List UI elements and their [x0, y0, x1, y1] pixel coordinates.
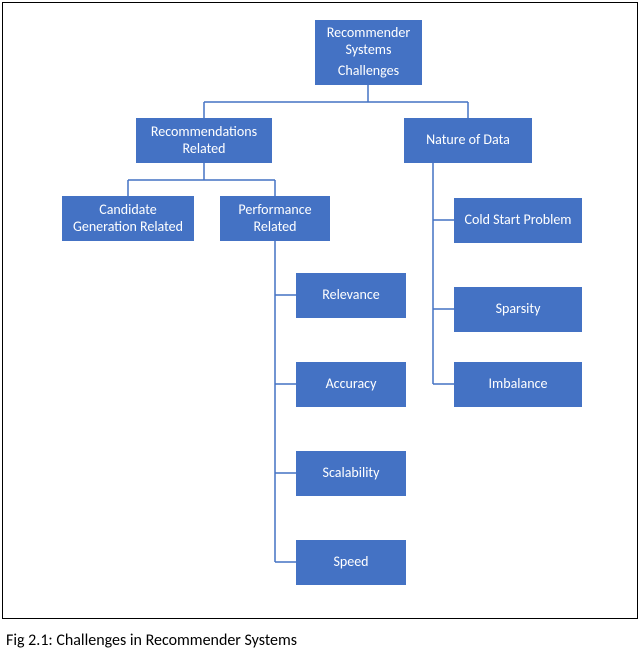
- node-text: Candidate: [73, 202, 183, 219]
- node-text: Cold Start Problem: [465, 212, 572, 229]
- node-text: Related: [238, 219, 311, 236]
- node-text: Sparsity: [496, 301, 541, 318]
- node-sparsity: Sparsity: [454, 287, 582, 332]
- node-cold-start-problem: Cold Start Problem: [454, 198, 582, 243]
- node-text: Recommendations: [151, 124, 257, 141]
- node-text: Speed: [333, 554, 368, 571]
- node-accuracy: Accuracy: [296, 362, 406, 407]
- node-text: Related: [151, 141, 257, 158]
- node-text: Challenges: [327, 63, 410, 80]
- node-text: Performance: [238, 202, 311, 219]
- node-recommender-systems-challenges: Recommender Systems Challenges: [315, 20, 422, 85]
- node-speed: Speed: [296, 540, 406, 585]
- node-recommendations-related: Recommendations Related: [136, 118, 272, 163]
- node-text: Accuracy: [326, 376, 377, 393]
- node-text: Generation Related: [73, 219, 183, 236]
- figure-caption: Fig 2.1: Challenges in Recommender Syste…: [6, 631, 297, 650]
- node-performance-related: Performance Related: [220, 196, 330, 241]
- node-text: Imbalance: [489, 376, 548, 393]
- node-scalability: Scalability: [296, 451, 406, 496]
- node-imbalance: Imbalance: [454, 362, 582, 407]
- node-text: Relevance: [322, 287, 380, 304]
- node-nature-of-data: Nature of Data: [404, 118, 532, 163]
- node-candidate-generation-related: Candidate Generation Related: [62, 196, 194, 241]
- node-text: Nature of Data: [426, 132, 510, 149]
- node-text: Scalability: [323, 465, 380, 482]
- node-text: Systems: [327, 42, 410, 59]
- node-text: Recommender: [327, 25, 410, 42]
- node-relevance: Relevance: [296, 273, 406, 318]
